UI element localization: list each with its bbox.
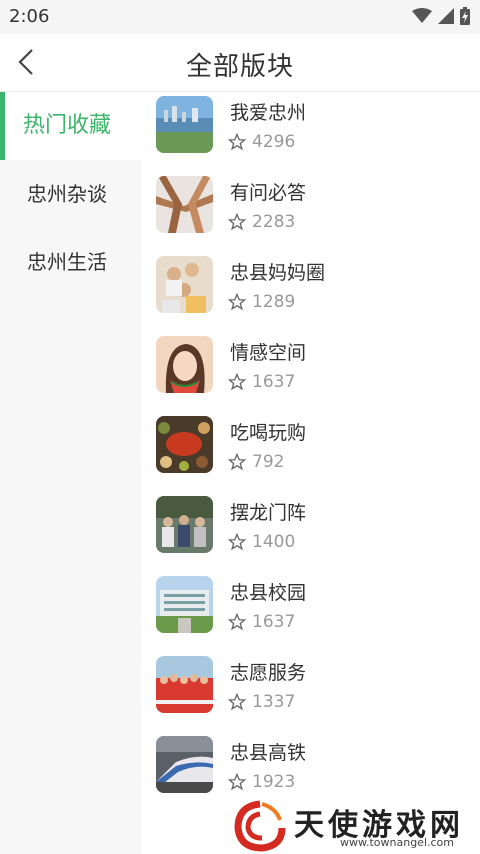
- star-icon: [228, 693, 246, 711]
- favorite-stats: 792: [228, 452, 284, 472]
- forum-thumbnail: [156, 256, 213, 313]
- forum-title: 情感空间: [230, 342, 307, 364]
- sidebar-item-label: 忠州杂谈: [27, 182, 107, 206]
- favorite-stats: 1400: [228, 532, 295, 552]
- forum-thumbnail: [156, 496, 213, 553]
- sidebar-item-zhongzhou-life[interactable]: 忠州生活: [0, 228, 141, 296]
- forum-title: 忠县高铁: [230, 742, 307, 764]
- sidebar-item-hot-favorites[interactable]: 热门收藏: [0, 92, 141, 160]
- favorite-count: 1400: [252, 532, 296, 552]
- star-icon: [228, 133, 246, 151]
- list-item[interactable]: 摆龙门阵 1400: [141, 492, 480, 572]
- forum-thumbnail: [156, 576, 213, 633]
- list-item[interactable]: 情感空间 1637: [141, 332, 480, 412]
- list-item[interactable]: 志愿服务 1337: [141, 652, 480, 732]
- list-item[interactable]: 有问必答 2283: [141, 172, 480, 252]
- forum-title: 忠县妈妈圈: [230, 262, 326, 284]
- forum-title: 志愿服务: [230, 662, 307, 684]
- status-bar: 2:06: [0, 0, 480, 34]
- battery-icon: [460, 7, 470, 25]
- forum-thumbnail: [156, 736, 213, 793]
- sidebar-item-zhongzhou-chat[interactable]: 忠州杂谈: [0, 160, 141, 228]
- favorite-stats: 2283: [228, 212, 295, 232]
- favorite-stats: 1637: [228, 372, 295, 392]
- list-item[interactable]: 我爱忠州 4296: [141, 92, 480, 172]
- favorite-count: 4296: [252, 132, 296, 152]
- favorite-count: 1923: [252, 772, 296, 792]
- wifi-icon: [412, 8, 432, 23]
- sidebar-item-label: 热门收藏: [23, 113, 112, 138]
- star-icon: [228, 533, 246, 551]
- forum-title: 吃喝玩购: [230, 422, 307, 444]
- favorite-stats: 1289: [228, 292, 295, 312]
- angel-logo-icon: [234, 800, 286, 852]
- forum-thumbnail: [156, 176, 213, 233]
- forum-title: 有问必答: [230, 182, 307, 204]
- favorite-count: 1289: [252, 292, 296, 312]
- forum-thumbnail: [156, 416, 213, 473]
- forum-title: 我爱忠州: [230, 102, 307, 124]
- list-item[interactable]: 忠县妈妈圈 1289: [141, 252, 480, 332]
- star-icon: [228, 293, 246, 311]
- favorite-stats: 4296: [228, 132, 295, 152]
- favorite-count: 1637: [252, 372, 296, 392]
- favorite-stats: 1337: [228, 692, 295, 712]
- forum-thumbnail: [156, 656, 213, 713]
- page-title: 全部版块: [185, 52, 294, 82]
- star-icon: [228, 613, 246, 631]
- list-item[interactable]: 忠县校园 1637: [141, 572, 480, 652]
- app-header: 全部版块: [0, 34, 480, 92]
- favorite-count: 792: [252, 452, 285, 472]
- favorite-count: 1637: [252, 612, 296, 632]
- star-icon: [228, 373, 246, 391]
- favorite-stats: 1923: [228, 772, 295, 792]
- site-watermark: 天使游戏网 www.townangel.com: [228, 798, 480, 854]
- star-icon: [228, 213, 246, 231]
- favorite-count: 1337: [252, 692, 296, 712]
- forum-thumbnail: [156, 336, 213, 393]
- category-sidebar: 热门收藏 忠州杂谈 忠州生活: [0, 92, 141, 854]
- forum-title: 摆龙门阵: [230, 502, 307, 524]
- status-icons: [412, 7, 470, 25]
- list-item[interactable]: 吃喝玩购 792: [141, 412, 480, 492]
- favorite-stats: 1637: [228, 612, 295, 632]
- forum-title: 忠县校园: [230, 582, 307, 604]
- status-time: 2:06: [9, 6, 50, 27]
- forum-list: 我爱忠州 4296 有问必答 2283 忠县妈妈圈 1289 情感空间 1637…: [141, 92, 480, 854]
- signal-icon: [438, 8, 454, 24]
- sidebar-item-label: 忠州生活: [27, 250, 107, 274]
- favorite-count: 2283: [252, 212, 296, 232]
- star-icon: [228, 453, 246, 471]
- watermark-url: www.townangel.com: [340, 836, 454, 849]
- star-icon: [228, 773, 246, 791]
- forum-thumbnail: [156, 96, 213, 153]
